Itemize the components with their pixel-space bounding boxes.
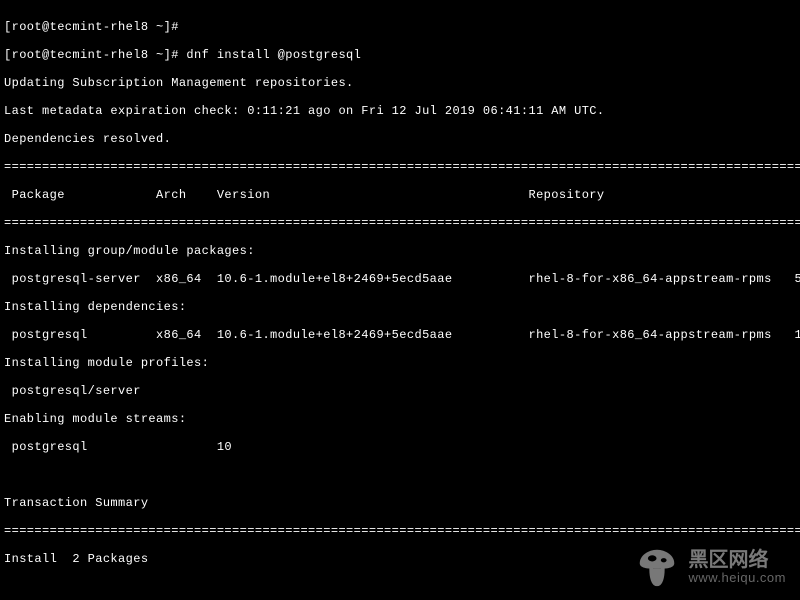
output-line: Last metadata expiration check: 0:11:21 … bbox=[4, 104, 796, 118]
table-row: postgresql/server bbox=[4, 384, 796, 398]
output-line: Updating Subscription Management reposit… bbox=[4, 76, 796, 90]
table-row: postgresql 10 bbox=[4, 440, 796, 454]
terminal-output[interactable]: [root@tecmint-rhel8 ~]# [root@tecmint-rh… bbox=[0, 0, 800, 600]
divider-line: ========================================… bbox=[4, 160, 796, 174]
table-row: postgresql x86_64 10.6-1.module+el8+2469… bbox=[4, 328, 796, 342]
output-line: Dependencies resolved. bbox=[4, 132, 796, 146]
command-line: [root@tecmint-rhel8 ~]# dnf install @pos… bbox=[4, 48, 796, 62]
summary-header: Transaction Summary bbox=[4, 496, 796, 510]
section-header: Enabling module streams: bbox=[4, 412, 796, 426]
table-row: postgresql-server x86_64 10.6-1.module+e… bbox=[4, 272, 796, 286]
watermark-url: www.heiqu.com bbox=[688, 571, 786, 585]
blank-line bbox=[4, 468, 796, 482]
mushroom-icon bbox=[634, 544, 680, 590]
watermark-text: 黑区网络 www.heiqu.com bbox=[688, 549, 786, 585]
watermark: 黑区网络 www.heiqu.com bbox=[634, 544, 786, 590]
section-header: Installing dependencies: bbox=[4, 300, 796, 314]
table-header: Package Arch Version Repository Size bbox=[4, 188, 796, 202]
divider-line: ========================================… bbox=[4, 216, 796, 230]
watermark-title: 黑区网络 bbox=[688, 549, 786, 571]
prompt-line: [root@tecmint-rhel8 ~]# bbox=[4, 20, 796, 34]
divider-line: ========================================… bbox=[4, 524, 796, 538]
section-header: Installing module profiles: bbox=[4, 356, 796, 370]
section-header: Installing group/module packages: bbox=[4, 244, 796, 258]
